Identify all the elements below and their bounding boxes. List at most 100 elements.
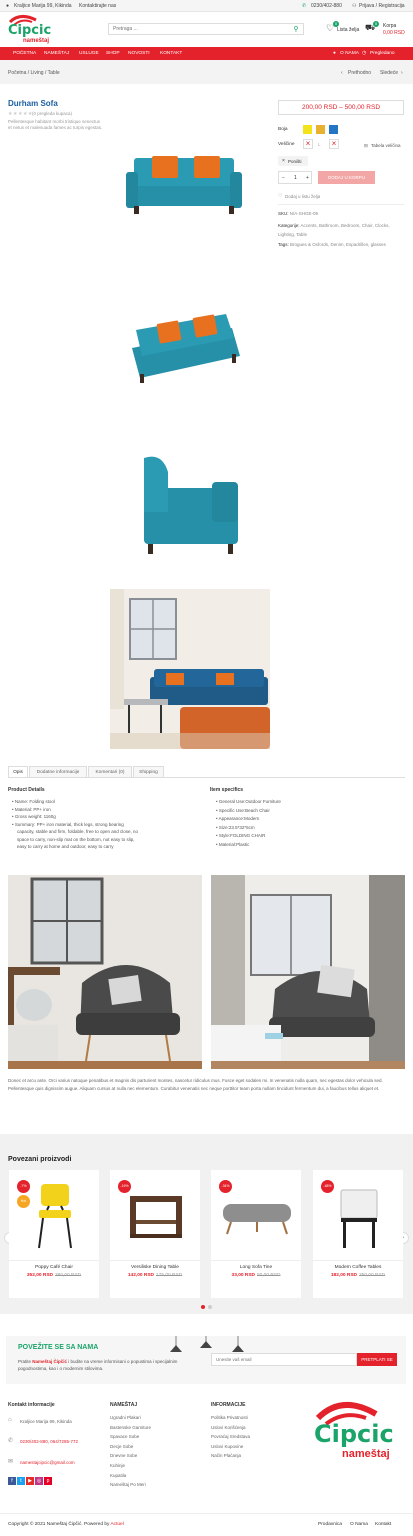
tabs-divider: [8, 777, 405, 778]
nav-item-pocetna[interactable]: POČETNA: [13, 51, 36, 56]
footer-bottom-link-about[interactable]: O Nama: [350, 1522, 368, 1527]
footer-link[interactable]: Povraćaj Sredstava: [211, 1432, 250, 1442]
main-nav: POČETNA NAMEŠTAJ USLUGE SHOP NOVOSTI KON…: [0, 47, 413, 60]
qty-minus-icon[interactable]: −: [282, 175, 285, 181]
footer-link[interactable]: Nameštaj Po Meri: [110, 1480, 151, 1490]
nav-item-namestaj[interactable]: NAMEŠTAJ: [44, 51, 69, 56]
color-swatch-blue[interactable]: [329, 125, 338, 134]
nav-item-shop[interactable]: SHOP: [106, 51, 120, 56]
add-to-wishlist-link[interactable]: Dodaj u listu želja: [285, 194, 320, 199]
product-image-side[interactable]: [138, 452, 242, 558]
product-description: Pellentesque habitant morbi tristique se…: [8, 119, 103, 130]
product-image-coffee-table: [340, 1189, 378, 1248]
quantity-stepper[interactable]: − 1 +: [278, 171, 312, 184]
email-icon: ✉: [8, 1459, 14, 1465]
related-name[interactable]: Modern Coffee Tables: [313, 1265, 403, 1270]
size-option-value[interactable]: L: [318, 142, 321, 147]
add-to-cart-button[interactable]: DODAJ U KORPU: [318, 171, 375, 184]
wishlist-heart-icon[interactable]: ♡: [278, 193, 282, 199]
related-card[interactable]: -48% Modern Coffee Tables 182,00 RSD 350,…: [313, 1170, 403, 1298]
next-link[interactable]: Sledeće: [380, 70, 398, 76]
nav-item-onama[interactable]: O NAMA: [340, 51, 359, 56]
color-swatch-gold[interactable]: [316, 125, 325, 134]
twitter-icon[interactable]: t: [17, 1477, 25, 1485]
history-icon: ◷: [362, 51, 367, 56]
facebook-icon[interactable]: f: [8, 1477, 16, 1485]
sku-value: N/A-SHGE-09: [289, 211, 319, 216]
nav-item-pregledano[interactable]: Pregledano: [370, 51, 395, 56]
subscribe-button[interactable]: PRETPLATI SE: [357, 1353, 397, 1366]
footer-link[interactable]: Ugradni Plakari: [110, 1413, 151, 1423]
specifics-item: • General Use:Outdoor Furniture: [216, 799, 281, 804]
product-image-room[interactable]: [110, 589, 270, 749]
footer-bottom: Copyright © 2021 Nameštaj Čipčić. Powere…: [0, 1513, 413, 1536]
color-swatch-yellow[interactable]: [303, 125, 312, 134]
long-description: Donec et arcu ante. Orci varius natoque …: [8, 1078, 383, 1091]
carousel-dot[interactable]: [208, 1305, 212, 1309]
wishlist-label[interactable]: Lista želja: [337, 27, 359, 33]
related-name[interactable]: Versiliske Dining Table: [110, 1265, 200, 1270]
footer-phones[interactable]: 0230/402-880, 064/7285-772: [20, 1439, 78, 1444]
prev-link[interactable]: Prethodno: [348, 70, 371, 76]
related-card[interactable]: -34% Long Sofa Tine 33,00 RSD 50,00 RSD: [211, 1170, 301, 1298]
login-link[interactable]: Prijava / Registracija: [359, 3, 405, 9]
newsletter-email-input[interactable]: [211, 1353, 357, 1366]
nav-item-kontakt[interactable]: KONTAKT: [160, 51, 182, 56]
site-logo[interactable]: Cipcic nameštaj: [6, 14, 54, 46]
footer-logo: Cipcic nameštaj: [312, 1400, 408, 1462]
specifics-list: • General Use:Outdoor Furniture • Specif…: [216, 798, 406, 849]
reset-button[interactable]: × Poništi: [278, 156, 308, 166]
next-icon[interactable]: ›: [401, 70, 403, 76]
related-price: 182,00 RSD 350,00 RSD: [330, 1273, 386, 1278]
powered-link[interactable]: Actuel: [110, 1522, 123, 1527]
prev-icon[interactable]: ‹: [341, 70, 343, 76]
sku-label: SKU:: [278, 211, 289, 216]
carousel-dot-active[interactable]: [201, 1305, 205, 1309]
footer-link[interactable]: Način Plaćanja: [211, 1451, 250, 1461]
cart-label[interactable]: Korpa: [383, 23, 396, 29]
size-guide-link[interactable]: Tabela veličina: [371, 143, 401, 148]
footer-address: Kraljice Marija 99, Kikinda: [20, 1419, 72, 1424]
footer-link[interactable]: Bastenske Garniture: [110, 1423, 151, 1433]
youtube-icon[interactable]: ▶: [26, 1477, 34, 1485]
pinterest-icon[interactable]: p: [44, 1477, 52, 1485]
nav-item-novosti[interactable]: NOVOSTI: [128, 51, 150, 56]
footer-bottom-link-shop[interactable]: Prodavnica: [318, 1522, 342, 1527]
footer-link[interactable]: Politika Privatnosti: [211, 1413, 250, 1423]
reviews-link[interactable]: (0 pregleda kupaca): [32, 111, 72, 116]
related-name[interactable]: Poppy Café Chair: [9, 1265, 99, 1270]
details-item: • Summary: PP+ iron material, thick legs…: [12, 821, 124, 827]
footer-link[interactable]: Dnevne Sobe: [110, 1451, 151, 1461]
footer-link[interactable]: Spavace Sobe: [110, 1432, 151, 1442]
footer-email[interactable]: namestajcipcic@gmail.com: [20, 1460, 75, 1465]
specifics-title: Item specifics: [210, 787, 244, 793]
breadcrumb[interactable]: Početna / Living / Table: [8, 70, 60, 76]
logo-subtext: nameštaj: [23, 38, 50, 44]
instagram-icon[interactable]: ◎: [35, 1477, 43, 1485]
topbar-phone[interactable]: 0230/402-880: [311, 3, 342, 9]
location-icon: ⌂: [8, 1417, 12, 1423]
size-option-unavailable-2[interactable]: ×: [329, 139, 339, 149]
search-input[interactable]: [109, 24, 289, 34]
footer-bottom-link-contact[interactable]: Kontakt: [375, 1522, 391, 1527]
product-image-angle[interactable]: [122, 308, 246, 388]
product-image-front[interactable]: [122, 148, 246, 218]
contact-link[interactable]: Kontaktirajte nas: [79, 3, 116, 9]
footer-link[interactable]: Decje Sobe: [110, 1442, 151, 1452]
top-bar: ● Kraljice Marija 99, Kikinda Kontaktira…: [0, 0, 413, 12]
footer-link[interactable]: Kupatila: [110, 1471, 151, 1481]
qty-value[interactable]: 1: [294, 175, 297, 181]
search-icon[interactable]: ⚲: [291, 25, 301, 34]
footer-link[interactable]: Kuhinje: [110, 1461, 151, 1471]
details-item: • Material: PP+ iron: [12, 806, 51, 812]
tags-value[interactable]: Brogues & Oxfords, Denim, Espadrilles, g…: [290, 242, 386, 247]
size-option-unavailable-1[interactable]: ×: [303, 139, 313, 149]
cart-total: 0,00 RSD: [383, 30, 405, 36]
footer-link[interactable]: Uslovi Kupovine: [211, 1442, 250, 1452]
footer-link[interactable]: Uslovi Korišćenja: [211, 1423, 250, 1433]
related-card[interactable]: -19% Versiliske Dining Table 142,00 RSD 1…: [110, 1170, 200, 1298]
nav-item-usluge[interactable]: USLUGE: [79, 51, 99, 56]
qty-plus-icon[interactable]: +: [306, 175, 309, 181]
related-card[interactable]: -7% Hot Poppy Café Chair 352,00 RSD 380,0…: [9, 1170, 99, 1298]
related-name[interactable]: Long Sofa Tine: [211, 1265, 301, 1270]
